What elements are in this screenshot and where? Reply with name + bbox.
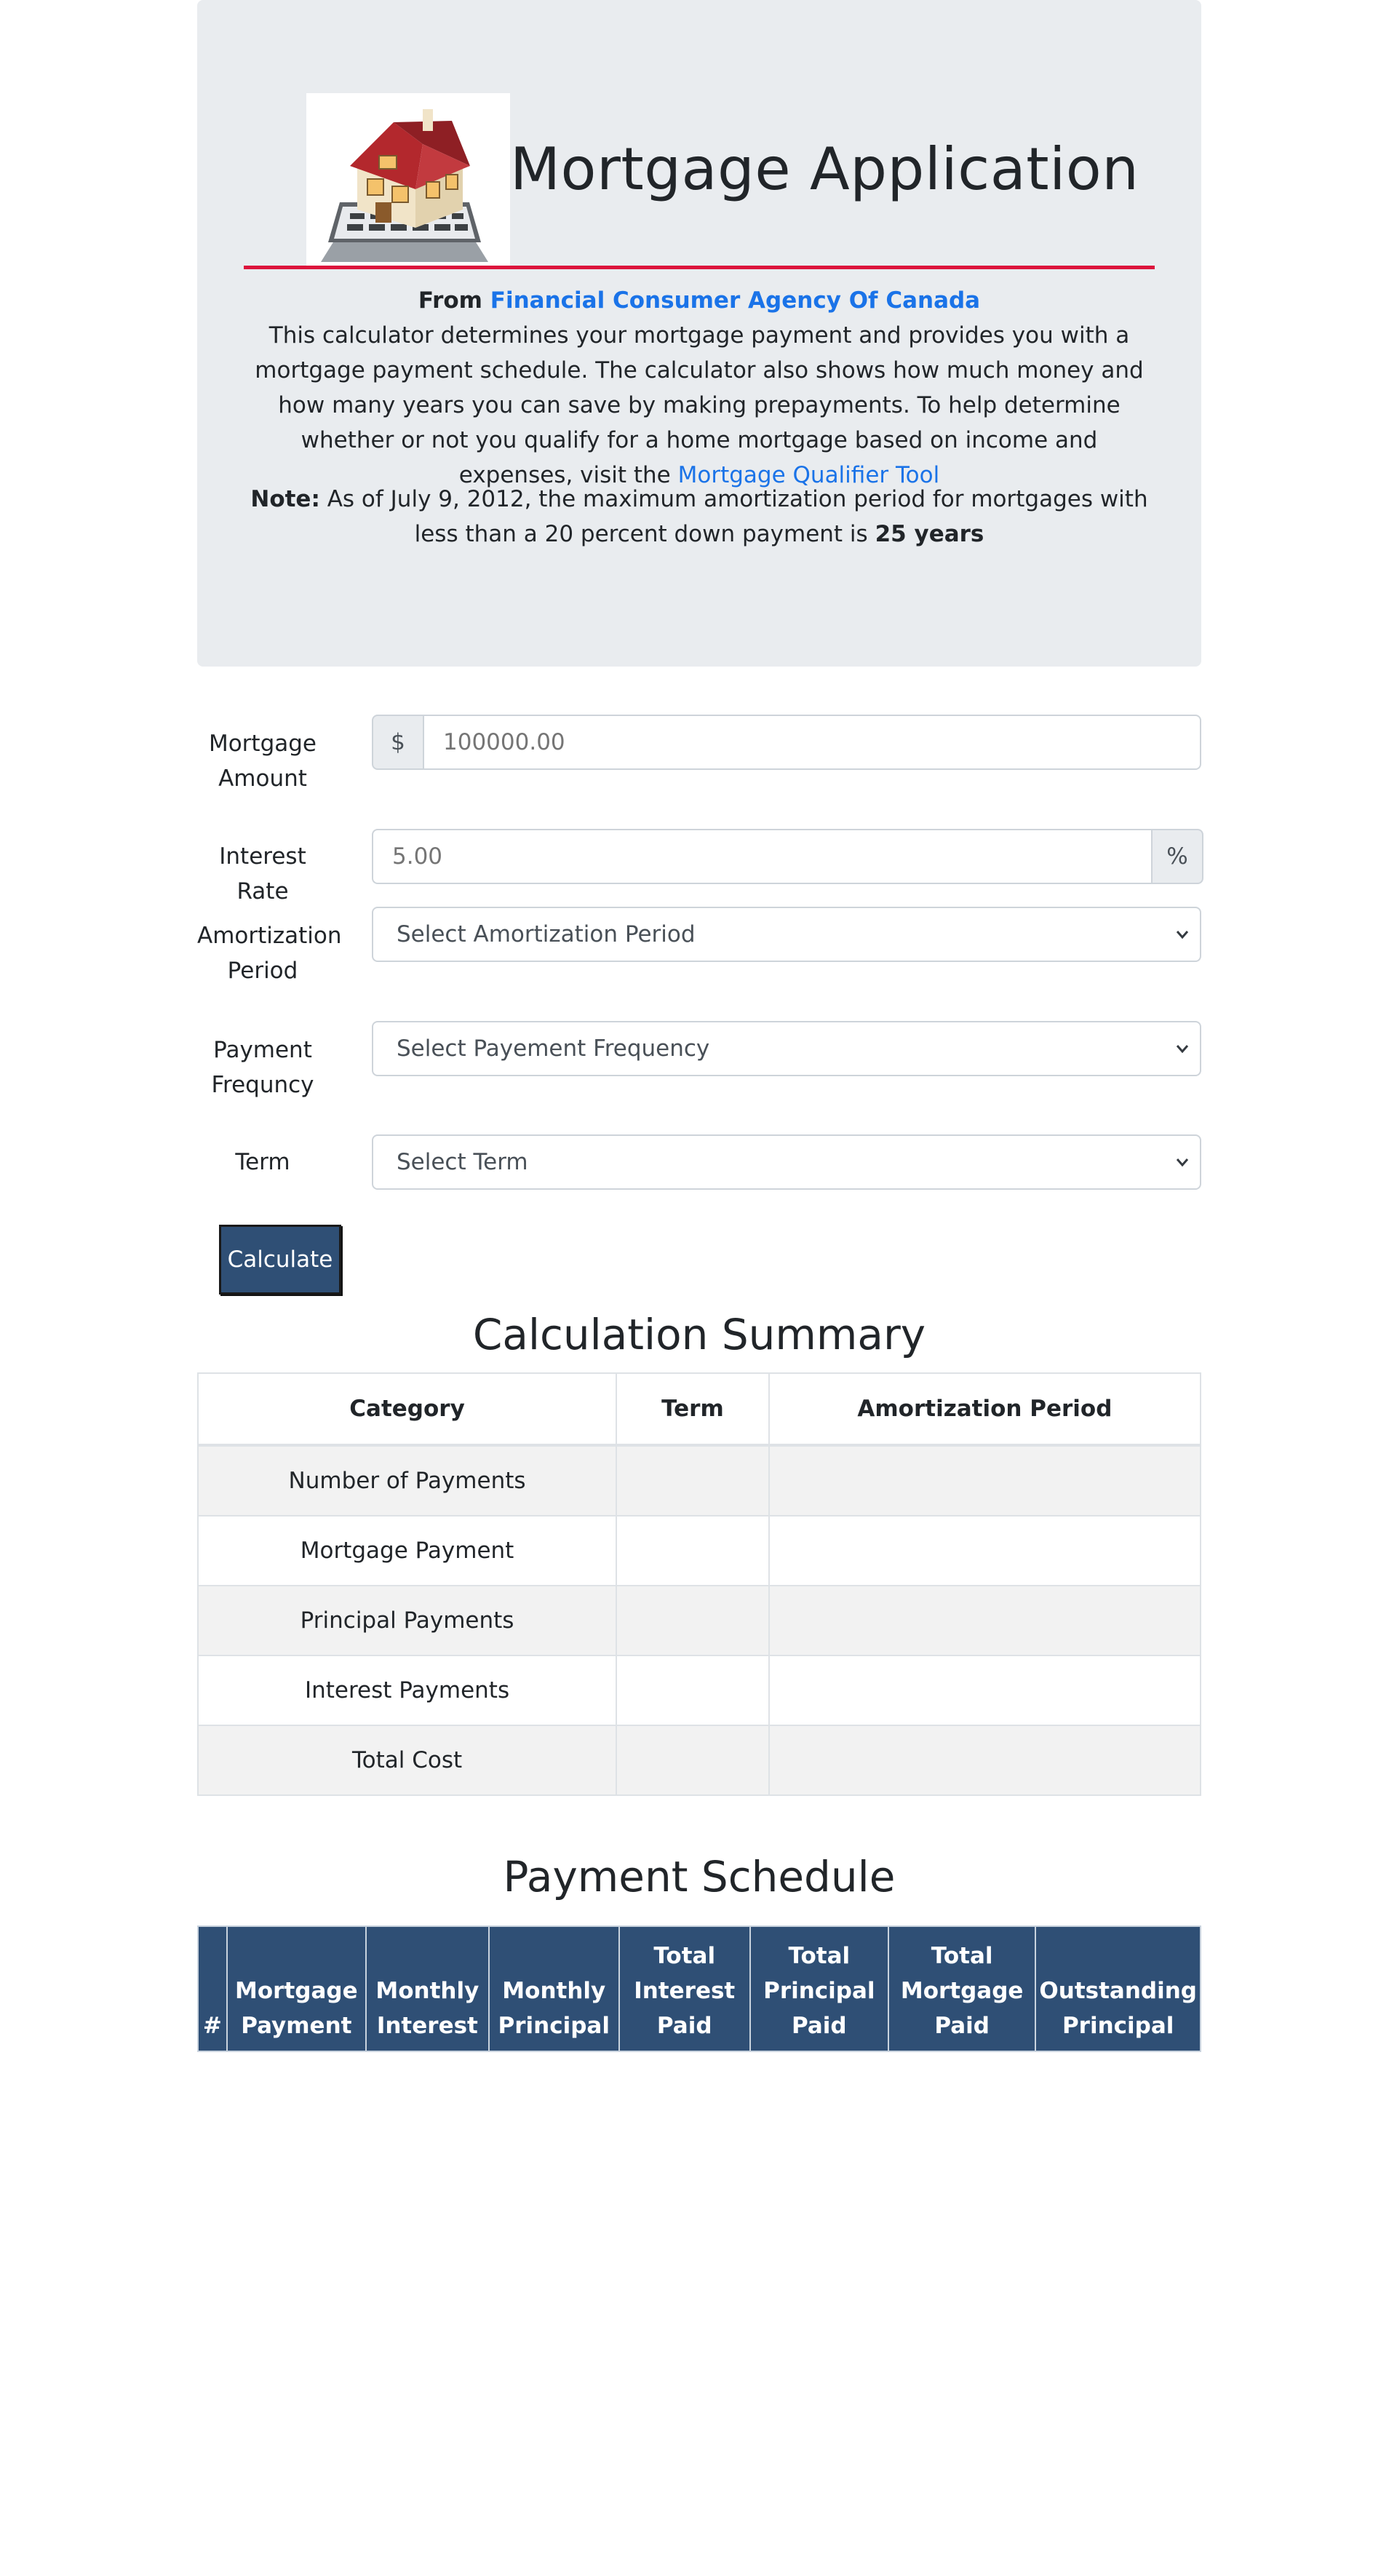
- source-line: From Financial Consumer Agency Of Canada: [197, 286, 1201, 315]
- payment-frequency-selected: Select Payement Frequency: [397, 1035, 710, 1062]
- schedule-header-total-mortgage-paid: Total Mortgage Paid: [887, 1925, 1037, 2052]
- payment-frequency-select[interactable]: Select Payement Frequency: [372, 1021, 1201, 1076]
- summary-header-category: Category: [196, 1372, 618, 1447]
- note-label: Note:: [250, 486, 320, 512]
- term-select[interactable]: Select Term: [372, 1134, 1201, 1190]
- row-label-interest-payments: Interest Payments: [196, 1655, 618, 1726]
- schedule-header-row: # Mortgage Payment Monthly Interest Mont…: [197, 1925, 1201, 2052]
- interest-rate-label: Interest Rate: [219, 843, 306, 905]
- cell-term: [616, 1585, 770, 1656]
- cell-amortization: [768, 1725, 1202, 1796]
- cell-term: [616, 1725, 770, 1796]
- cell-amortization: [768, 1515, 1202, 1586]
- schedule-header-outstanding-principal: Outstanding Principal: [1035, 1925, 1201, 2052]
- summary-header-amortization: Amortization Period: [768, 1372, 1202, 1447]
- schedule-title: Payment Schedule: [503, 1852, 896, 1901]
- summary-header-row: Category Term Amortization Period: [196, 1372, 1202, 1447]
- mortgage-amount-label: Mortgage Amount: [208, 731, 317, 792]
- jumbotron: Mortgage Application From Financial Cons…: [197, 0, 1201, 667]
- row-label-total-cost: Total Cost: [196, 1725, 618, 1796]
- amortization-select[interactable]: Select Amortization Period: [372, 907, 1201, 962]
- chevron-down-icon: [1176, 1045, 1189, 1054]
- summary-title: Calculation Summary: [472, 1310, 926, 1359]
- row-label-number-of-payments: Number of Payments: [196, 1444, 618, 1516]
- summary-header-term: Term: [616, 1372, 770, 1447]
- cell-amortization: [768, 1585, 1202, 1656]
- table-row: Total Cost: [196, 1725, 1202, 1796]
- cell-term: [616, 1515, 770, 1586]
- calculate-button[interactable]: Calculate: [219, 1225, 341, 1295]
- row-label-mortgage-payment: Mortgage Payment: [196, 1515, 618, 1586]
- description: This calculator determines your mortgage…: [242, 318, 1156, 493]
- dollar-prefix: $: [372, 715, 424, 770]
- schedule-header-mortgage-payment: Mortgage Payment: [226, 1925, 367, 2052]
- note-text: As of July 9, 2012, the maximum amortiza…: [327, 486, 1148, 547]
- term-label: Term: [235, 1149, 290, 1175]
- amortization-label: Amortization Period: [197, 923, 342, 984]
- schedule-header-total-principal-paid: Total Principal Paid: [749, 1925, 889, 2052]
- term-selected: Select Term: [397, 1149, 528, 1175]
- table-row: Mortgage Payment: [196, 1515, 1202, 1586]
- house-calculator-icon: [306, 93, 510, 268]
- cell-amortization: [768, 1444, 1202, 1516]
- from-label: From: [418, 287, 482, 314]
- cell-term: [616, 1444, 770, 1516]
- mortgage-amount-input[interactable]: [424, 715, 1201, 770]
- percent-suffix: %: [1151, 829, 1203, 884]
- fcac-link[interactable]: Financial Consumer Agency Of Canada: [490, 287, 980, 314]
- chevron-down-icon: [1176, 1158, 1189, 1167]
- interest-rate-group: %: [372, 829, 1203, 884]
- summary-table: Category Term Amortization Period Number…: [196, 1372, 1202, 1796]
- page: Mortgage Application From Financial Cons…: [196, 0, 1203, 2052]
- interest-rate-input[interactable]: [372, 829, 1151, 884]
- table-row: Principal Payments: [196, 1585, 1202, 1656]
- row-label-principal-payments: Principal Payments: [196, 1585, 618, 1656]
- chevron-down-icon: [1176, 931, 1189, 939]
- cell-term: [616, 1655, 770, 1726]
- amortization-selected: Select Amortization Period: [397, 921, 696, 947]
- note-bold: 25 years: [875, 521, 984, 547]
- table-row: Interest Payments: [196, 1655, 1202, 1726]
- table-row: Number of Payments: [196, 1444, 1202, 1516]
- schedule-table: # Mortgage Payment Monthly Interest Mont…: [197, 1925, 1201, 2052]
- schedule-header-number: #: [197, 1925, 228, 2052]
- amortization-note: Note: As of July 9, 2012, the maximum am…: [242, 482, 1156, 552]
- mortgage-amount-group: $: [372, 715, 1201, 770]
- title-divider: [244, 266, 1155, 269]
- payment-frequency-label: Payment Frequncy: [211, 1037, 314, 1098]
- schedule-header-total-interest-paid: Total Interest Paid: [618, 1925, 751, 2052]
- page-title: Mortgage Application: [510, 135, 1139, 203]
- schedule-header-monthly-interest: Monthly Interest: [365, 1925, 490, 2052]
- schedule-header-monthly-principal: Monthly Principal: [487, 1925, 620, 2052]
- cell-amortization: [768, 1655, 1202, 1726]
